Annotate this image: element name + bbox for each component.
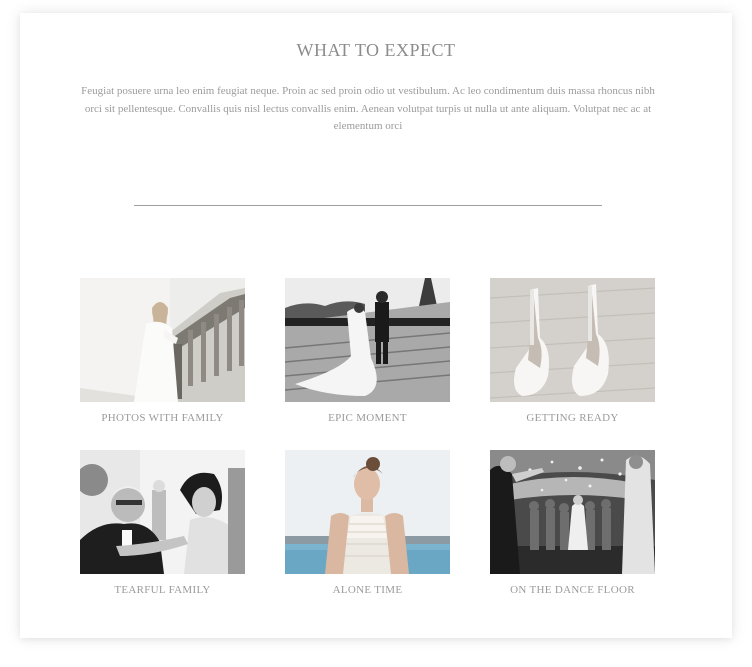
- gallery-caption: ON THE DANCE FLOOR: [510, 584, 635, 596]
- gallery-item[interactable]: EPIC MOMENT: [285, 278, 450, 424]
- gallery-item[interactable]: ALONE TIME: [285, 450, 450, 596]
- gallery-item[interactable]: TEARFUL FAMILY: [80, 450, 245, 596]
- gallery-caption: GETTING READY: [526, 412, 619, 424]
- couple-near-eiffel-tower-photo[interactable]: [285, 278, 450, 402]
- gallery-caption: TEARFUL FAMILY: [114, 584, 211, 596]
- gallery-caption: EPIC MOMENT: [328, 412, 407, 424]
- gallery-item[interactable]: ON THE DANCE FLOOR: [490, 450, 655, 596]
- gallery-caption: ALONE TIME: [332, 584, 403, 596]
- gallery-item[interactable]: PHOTOS WITH FAMILY: [80, 278, 245, 424]
- dance-floor-photo[interactable]: [490, 450, 655, 574]
- gallery-item[interactable]: GETTING READY: [490, 278, 655, 424]
- white-heels-photo[interactable]: [490, 278, 655, 402]
- father-and-bride-photo[interactable]: [80, 450, 245, 574]
- bride-on-staircase-photo[interactable]: [80, 278, 245, 402]
- content-card: WHAT TO EXPECT Feugiat posuere urna leo …: [20, 13, 732, 638]
- section-intro: Feugiat posuere urna leo enim feugiat ne…: [81, 85, 655, 132]
- gallery-caption: PHOTOS WITH FAMILY: [101, 412, 224, 424]
- bride-by-the-sea-photo[interactable]: [285, 450, 450, 574]
- section-title: WHAT TO EXPECT: [296, 40, 456, 60]
- divider: [134, 205, 602, 206]
